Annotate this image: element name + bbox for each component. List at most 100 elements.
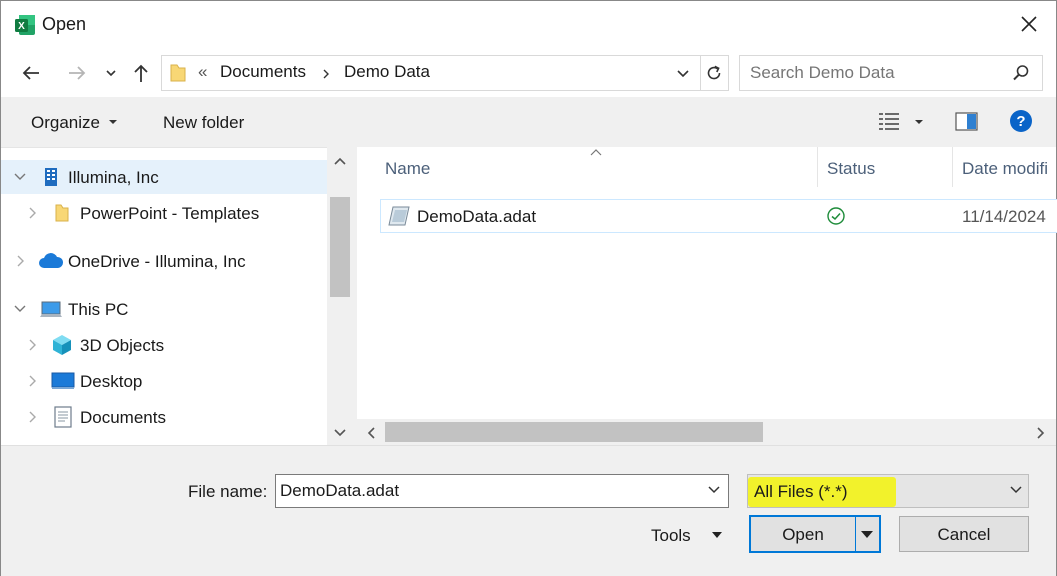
close-icon bbox=[1021, 16, 1037, 32]
details-view-icon bbox=[879, 113, 923, 130]
chevron-down-icon[interactable] bbox=[706, 483, 722, 497]
help-button[interactable]: ? bbox=[1009, 109, 1033, 133]
help-icon: ? bbox=[1010, 110, 1032, 132]
up-button[interactable] bbox=[129, 61, 153, 85]
column-header-status[interactable]: Status bbox=[817, 147, 953, 187]
address-row: « Documents Demo Data Search Demo Data bbox=[1, 49, 1056, 97]
cube-icon bbox=[53, 335, 71, 355]
refresh-icon[interactable] bbox=[704, 63, 724, 83]
documents-icon bbox=[54, 406, 72, 428]
scroll-left-icon[interactable] bbox=[365, 426, 377, 440]
window-title: Open bbox=[42, 14, 87, 34]
navigation-pane[interactable]: Illumina, Inc PowerPoint - Templates One… bbox=[1, 147, 327, 446]
cancel-button[interactable]: Cancel bbox=[899, 516, 1029, 552]
computer-icon bbox=[40, 301, 62, 317]
preview-pane-button[interactable] bbox=[955, 111, 979, 133]
desktop-icon bbox=[51, 372, 75, 389]
nav-vertical-scrollbar[interactable] bbox=[327, 147, 353, 445]
nav-item-illumina[interactable]: Illumina, Inc bbox=[1, 160, 327, 194]
file-name-input[interactable]: DemoData.adat bbox=[275, 474, 729, 508]
nav-label: PowerPoint - Templates bbox=[80, 204, 260, 223]
organize-button[interactable]: Organize bbox=[31, 113, 100, 133]
tools-button[interactable]: Tools bbox=[651, 526, 691, 546]
folder-icon bbox=[170, 64, 186, 82]
address-divider bbox=[700, 56, 701, 90]
column-header-date[interactable]: Date modifi bbox=[952, 147, 1056, 187]
scroll-up-icon[interactable] bbox=[333, 155, 347, 167]
svg-text:X: X bbox=[18, 21, 25, 32]
nav-label: Desktop bbox=[80, 372, 143, 391]
column-label: Name bbox=[385, 159, 431, 178]
nav-item-onedrive[interactable]: OneDrive - Illumina, Inc bbox=[1, 244, 327, 278]
command-bar: Organize New folder ? bbox=[1, 97, 1056, 147]
file-icon bbox=[388, 206, 410, 226]
open-button[interactable]: Open bbox=[749, 515, 881, 553]
nav-label: This PC bbox=[68, 300, 129, 319]
chevron-down-icon[interactable] bbox=[1008, 483, 1024, 497]
chevron-down-icon[interactable] bbox=[13, 170, 27, 184]
chevron-right-icon[interactable] bbox=[25, 374, 39, 388]
new-folder-button[interactable]: New folder bbox=[163, 113, 244, 133]
breadcrumb-demo-data[interactable]: Demo Data bbox=[344, 62, 430, 82]
column-label: Status bbox=[827, 159, 876, 178]
chevron-down-icon[interactable] bbox=[13, 302, 27, 316]
nav-item-3d-objects[interactable]: 3D Objects bbox=[1, 328, 327, 362]
file-list[interactable]: Name Status Date modifi DemoData.adat 11… bbox=[357, 147, 1057, 419]
open-dialog: X Open « Documents Demo Data Search Demo… bbox=[0, 0, 1057, 576]
file-date: 11/14/2024 bbox=[962, 207, 1046, 226]
organize-dropdown-icon bbox=[109, 120, 117, 124]
file-list-horizontal-scrollbar[interactable] bbox=[357, 419, 1056, 445]
search-box[interactable]: Search Demo Data bbox=[739, 55, 1043, 91]
chevron-down-icon bbox=[106, 70, 116, 77]
chevron-right-icon[interactable] bbox=[25, 410, 39, 424]
address-overflow[interactable]: « bbox=[198, 62, 207, 82]
open-dropdown-icon[interactable] bbox=[859, 529, 875, 541]
chevron-right-icon[interactable] bbox=[25, 338, 39, 352]
search-icon bbox=[1013, 65, 1029, 81]
title-bar: X Open bbox=[1, 1, 1056, 49]
onedrive-cloud-icon bbox=[39, 253, 64, 268]
dialog-footer: File name: DemoData.adat All Files (*.*)… bbox=[1, 445, 1056, 576]
file-type-select[interactable]: All Files (*.*) bbox=[747, 474, 1029, 508]
column-header-name[interactable]: Name bbox=[357, 147, 818, 187]
nav-label: 3D Objects bbox=[80, 336, 165, 355]
file-row[interactable]: DemoData.adat 11/14/2024 bbox=[380, 199, 1057, 233]
sync-status-icon bbox=[827, 207, 845, 225]
address-dropdown-icon[interactable] bbox=[674, 66, 692, 82]
arrow-left-icon bbox=[22, 66, 39, 80]
file-name: DemoData.adat bbox=[417, 207, 537, 226]
excel-icon: X bbox=[15, 15, 35, 35]
scroll-thumb[interactable] bbox=[385, 422, 763, 442]
scroll-down-icon[interactable] bbox=[333, 427, 347, 439]
open-split-divider bbox=[855, 517, 856, 551]
nav-item-this-pc[interactable]: This PC bbox=[1, 292, 327, 326]
chevron-right-icon[interactable] bbox=[25, 206, 39, 220]
back-button[interactable] bbox=[19, 61, 43, 85]
open-button-label: Open bbox=[782, 525, 824, 544]
chevron-right-icon[interactable] bbox=[13, 254, 27, 268]
scroll-thumb[interactable] bbox=[330, 197, 350, 297]
nav-item-documents[interactable]: Documents bbox=[1, 400, 327, 434]
breadcrumb-documents[interactable]: Documents bbox=[220, 62, 306, 82]
view-options-button[interactable] bbox=[877, 109, 927, 135]
arrow-up-icon bbox=[134, 64, 148, 82]
arrow-right-icon bbox=[69, 66, 86, 80]
close-button[interactable] bbox=[1011, 9, 1047, 41]
tools-dropdown-icon[interactable] bbox=[711, 530, 723, 540]
search-input[interactable]: Search Demo Data bbox=[750, 63, 895, 83]
forward-button[interactable] bbox=[65, 61, 89, 85]
folder-icon bbox=[55, 204, 69, 222]
nav-label: Documents bbox=[80, 408, 166, 427]
scroll-right-icon[interactable] bbox=[1035, 426, 1047, 440]
recent-locations-button[interactable] bbox=[101, 61, 121, 85]
file-name-label: File name: bbox=[188, 482, 268, 501]
column-label: Date modifi bbox=[962, 159, 1048, 178]
address-bar[interactable]: « Documents Demo Data bbox=[161, 55, 729, 91]
svg-text:?: ? bbox=[1016, 113, 1025, 130]
file-name-value[interactable]: DemoData.adat bbox=[280, 481, 399, 501]
nav-item-desktop[interactable]: Desktop bbox=[1, 364, 327, 398]
nav-label: OneDrive - Illumina, Inc bbox=[68, 252, 246, 271]
nav-item-powerpoint-templates[interactable]: PowerPoint - Templates bbox=[1, 196, 327, 230]
file-type-value: All Files (*.*) bbox=[754, 482, 848, 501]
preview-pane-icon bbox=[955, 112, 978, 131]
